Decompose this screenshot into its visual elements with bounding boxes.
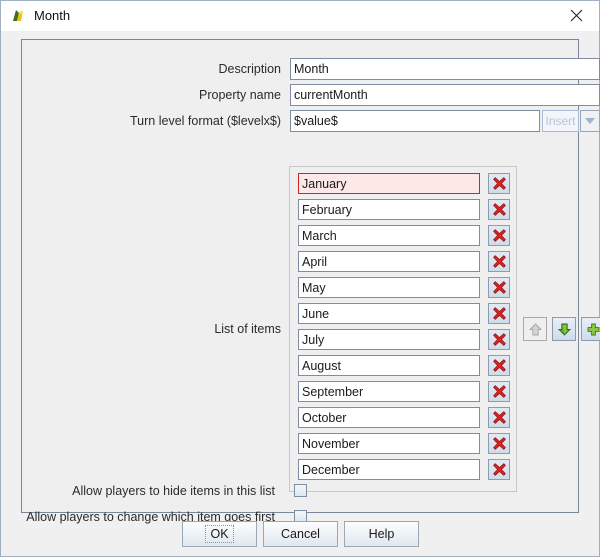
dialog-content: Description Property name Turn level for…	[1, 31, 600, 556]
red-x-delete-icon	[492, 411, 506, 424]
list-item-input[interactable]	[298, 407, 480, 428]
description-input[interactable]	[290, 58, 600, 80]
red-x-delete-icon	[492, 203, 506, 216]
list-item-row	[298, 303, 510, 324]
cancel-button[interactable]: Cancel	[263, 521, 338, 547]
property-name-row: Property name	[22, 84, 281, 106]
move-up-button[interactable]	[523, 317, 547, 341]
list-controls	[523, 317, 600, 341]
list-item-row	[298, 173, 510, 194]
remove-item-button[interactable]	[488, 381, 510, 402]
hide-items-checkbox[interactable]	[294, 484, 307, 497]
red-x-delete-icon	[492, 333, 506, 346]
red-x-delete-icon	[492, 463, 506, 476]
vassal-logo-icon	[10, 8, 27, 25]
turn-level-format-row: Turn level format ($levelx$)	[22, 110, 281, 132]
remove-item-button[interactable]	[488, 303, 510, 324]
turn-level-format-input[interactable]	[290, 110, 540, 132]
list-item-row	[298, 225, 510, 246]
list-item-row	[298, 459, 510, 480]
red-x-delete-icon	[492, 229, 506, 242]
main-panel: Description Property name Turn level for…	[21, 39, 600, 524]
list-item-input[interactable]	[298, 251, 480, 272]
help-button-label: Help	[368, 527, 395, 541]
property-name-label: Property name	[199, 88, 281, 102]
turn-level-format-label: Turn level format ($levelx$)	[130, 114, 281, 128]
cancel-button-label: Cancel	[281, 527, 320, 541]
remove-item-button[interactable]	[488, 329, 510, 350]
list-of-items-label: List of items	[214, 322, 281, 336]
ok-button-label: OK	[205, 525, 234, 543]
chevron-down-icon[interactable]	[580, 110, 600, 132]
down-arrow-icon	[557, 323, 571, 336]
list-item-input[interactable]	[298, 173, 480, 194]
list-item-row	[298, 433, 510, 454]
remove-item-button[interactable]	[488, 251, 510, 272]
list-item-input[interactable]	[298, 355, 480, 376]
hide-items-row: Allow players to hide items in this list	[22, 482, 275, 500]
list-item-row	[298, 381, 510, 402]
remove-item-button[interactable]	[488, 173, 510, 194]
insert-split-button: Insert	[542, 110, 600, 132]
red-x-delete-icon	[492, 307, 506, 320]
red-x-delete-icon	[492, 255, 506, 268]
list-item-row	[298, 407, 510, 428]
remove-item-button[interactable]	[488, 433, 510, 454]
move-down-button[interactable]	[552, 317, 576, 341]
list-item-row	[298, 251, 510, 272]
red-x-delete-icon	[492, 359, 506, 372]
title-bar: Month	[1, 1, 599, 32]
red-x-delete-icon	[492, 385, 506, 398]
list-item-input[interactable]	[298, 277, 480, 298]
up-arrow-icon	[528, 322, 542, 335]
list-item-input[interactable]	[298, 225, 480, 246]
red-x-delete-icon	[492, 177, 506, 190]
close-icon[interactable]	[554, 1, 599, 30]
list-item-input[interactable]	[298, 303, 480, 324]
list-item-input[interactable]	[298, 199, 480, 220]
description-row: Description	[22, 58, 281, 80]
remove-item-button[interactable]	[488, 407, 510, 428]
insert-button[interactable]: Insert	[542, 110, 579, 132]
dialog-window: Month Description Property name Turn lev…	[0, 0, 600, 557]
dialog-button-bar: OK Cancel Help	[1, 521, 599, 555]
property-name-input[interactable]	[290, 84, 600, 106]
list-item-row	[298, 277, 510, 298]
description-label: Description	[218, 62, 281, 76]
list-item-input[interactable]	[298, 329, 480, 350]
list-item-row	[298, 199, 510, 220]
plus-icon	[587, 323, 599, 335]
triangle-down-glyph	[585, 118, 595, 124]
help-button[interactable]: Help	[344, 521, 419, 547]
remove-item-button[interactable]	[488, 459, 510, 480]
remove-item-button[interactable]	[488, 355, 510, 376]
hide-items-label: Allow players to hide items in this list	[72, 484, 275, 498]
list-item-input[interactable]	[298, 459, 480, 480]
list-item-row	[298, 329, 510, 350]
red-x-delete-icon	[492, 281, 506, 294]
list-item-input[interactable]	[298, 381, 480, 402]
remove-item-button[interactable]	[488, 199, 510, 220]
list-item-input[interactable]	[298, 433, 480, 454]
ok-button[interactable]: OK	[182, 521, 257, 547]
add-item-button[interactable]	[581, 317, 600, 341]
red-x-delete-icon	[492, 437, 506, 450]
remove-item-button[interactable]	[488, 225, 510, 246]
remove-item-button[interactable]	[488, 277, 510, 298]
window-title: Month	[34, 8, 71, 23]
list-item-row	[298, 355, 510, 376]
list-of-items-panel	[289, 166, 517, 492]
